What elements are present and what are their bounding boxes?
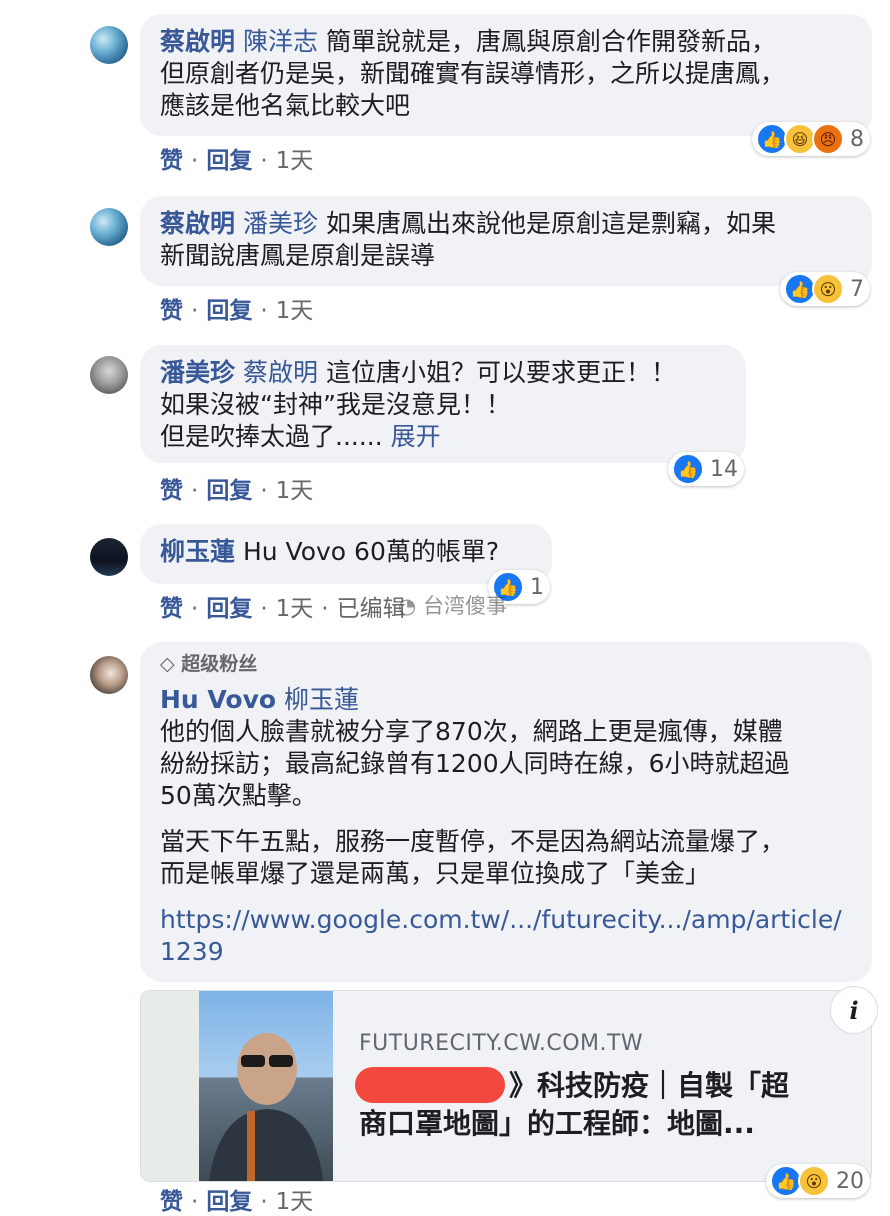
comment-line: Hu Vovo 柳玉蓮 [160,684,852,716]
reply-action[interactable]: 回复 [206,298,252,324]
timestamp[interactable]: 1天 [276,148,314,174]
timestamp[interactable]: 1天 [276,1189,314,1215]
comment-mention[interactable]: 柳玉蓮 [284,685,359,714]
comment-text: 但是吹捧太過了...... [160,422,383,451]
comment-bubble: ◇ 超级粉丝 Hu Vovo 柳玉蓮 他的個人臉書就被分享了870次，網路上更是… [140,642,872,982]
comment-mention[interactable]: 陳洋志 [243,27,318,56]
link-preview-card[interactable]: FUTURECITY.CW.COM.TW 》科技防疫｜自製「超 商口罩地圖」的工… [140,990,872,1182]
comment-bubble: 潘美珍 蔡啟明 這位唐小姐？可以要求更正！！ 如果沒被“封神”我是沒意見！！ 但… [140,345,746,463]
reaction-count: 20 [836,1168,864,1194]
comment-bubble: 柳玉蓮 Hu Vovo 60萬的帳單? [140,524,552,584]
comment-actions: 赞 · 回复 · 1天 [160,1189,314,1215]
timestamp[interactable]: 1天 [276,478,314,504]
comment-text: 簡單說就是，唐鳳與原創合作開發新品， [325,27,776,56]
badge-label: 超级粉丝 [181,653,258,675]
timestamp[interactable]: 1天 [276,298,314,324]
reaction-summary[interactable]: 👍 😮 7 [780,272,870,306]
comment-author[interactable]: 蔡啟明 [160,27,235,56]
angry-icon: 😠 [812,123,844,155]
weibo-icon: ◔ [398,594,417,618]
top-fan-badge: ◇ 超级粉丝 [160,650,852,678]
comment-bubble: 蔡啟明 潘美珍 如果唐鳳出來說他是原創這是剽竊，如果 新聞說唐鳳是原創是誤導 [140,196,872,286]
comment-line: 蔡啟明 潘美珍 如果唐鳳出來說他是原創這是剽竊，如果 [160,208,852,240]
like-action[interactable]: 赞 [160,148,183,174]
comment-mention[interactable]: 潘美珍 [243,209,318,238]
reply-action[interactable]: 回复 [206,478,252,504]
comment-text: 當天下午五點，服務一度暫停，不是因為網站流量爆了， [160,827,786,856]
comment-line: 潘美珍 蔡啟明 這位唐小姐？可以要求更正！！ [160,357,726,389]
map-thumbnail [141,991,199,1181]
reaction-count: 1 [530,574,544,600]
info-icon[interactable]: i [830,986,878,1034]
comment-author[interactable]: 柳玉蓮 [160,537,235,566]
comment-actions: 赞 · 回复 · 1天 [160,478,314,504]
watermark-text: 台湾傻事 [423,594,508,618]
reaction-summary[interactable]: 👍 😮 20 [766,1164,870,1198]
comment-author[interactable]: 潘美珍 [160,358,235,387]
comment-line: 蔡啟明 陳洋志 簡單說就是，唐鳳與原創合作開發新品， [160,26,852,58]
comment-bubble: 蔡啟明 陳洋志 簡單說就是，唐鳳與原創合作開發新品， 但原創者仍是吳，新聞確實有… [140,14,872,136]
comment-text: 但原創者仍是吳，新聞確實有誤導情形，之所以提唐鳳， [160,59,786,88]
reaction-count: 14 [710,456,738,482]
avatar[interactable] [90,208,128,246]
diamond-icon: ◇ [160,653,175,675]
avatar[interactable] [90,26,128,64]
wow-icon: 😮 [812,273,844,305]
article-thumbnail [199,991,333,1181]
reaction-summary[interactable]: 👍 14 [668,452,744,486]
comment-text: 新聞說唐鳳是原創是誤導 [160,241,436,270]
timestamp[interactable]: 1天 [276,596,314,622]
reaction-count: 7 [850,276,864,302]
preview-domain: FUTURECITY.CW.COM.TW [359,1031,644,1056]
wow-icon: 😮 [798,1165,830,1197]
comment-text: 而是帳單爆了還是兩萬，只是單位換成了「美金」 [160,859,711,888]
comment-text: 他的個人臉書就被分享了870次，網路上更是瘋傳，媒體 [160,717,783,746]
comment-line: 柳玉蓮 Hu Vovo 60萬的帳單? [160,536,532,568]
person-photo [209,1033,323,1181]
like-action[interactable]: 赞 [160,1189,183,1215]
reaction-summary[interactable]: 👍 😆 😠 8 [752,122,870,156]
comment-text: 50萬次點擊。 [160,781,317,810]
comment-text: 應該是他名氣比較大吧 [160,91,411,120]
comment-author[interactable]: 蔡啟明 [160,209,235,238]
like-action[interactable]: 赞 [160,478,183,504]
reply-action[interactable]: 回复 [206,596,252,622]
comment-text: 如果沒被“封神”我是沒意見！！ [160,390,511,419]
like-action[interactable]: 赞 [160,596,183,622]
comment-text: 這位唐小姐？可以要求更正！！ [325,358,676,387]
comment-actions: 赞 · 回复 · 1天 [160,298,314,324]
avatar[interactable] [90,356,128,394]
comment-text: 紛紛採訪；最高紀錄曾有1200人同時在線，6小時就超過 [160,749,790,778]
comment-actions: 赞 · 回复 · 1天 · 已编辑 [160,596,406,622]
comment-text: Hu Vovo 60萬的帳單? [242,537,500,566]
avatar[interactable] [90,656,128,694]
comment-author[interactable]: Hu Vovo [160,685,276,714]
like-icon: 👍 [672,453,704,485]
reaction-count: 8 [850,126,864,152]
expand-link[interactable]: 展开 [391,422,441,451]
like-action[interactable]: 赞 [160,298,183,324]
comment-actions: 赞 · 回复 · 1天 [160,148,314,174]
redaction-mark [355,1067,505,1103]
comment-mention[interactable]: 蔡啟明 [243,358,318,387]
avatar[interactable] [90,538,128,576]
comment-line: 但是吹捧太過了...... 展开 [160,421,726,453]
article-link[interactable]: https://www.google.com.tw/.../futurecity… [160,904,852,936]
reply-action[interactable]: 回复 [206,1189,252,1215]
article-link[interactable]: 1239 [160,936,852,968]
edited-label: 已编辑 [336,596,406,622]
preview-title-line: 商口罩地圖」的工程師：地圖... [359,1107,755,1140]
comment-text: 如果唐鳳出來說他是原創這是剽竊，如果 [325,209,776,238]
watermark: ◔ 台湾傻事 [398,590,507,620]
reply-action[interactable]: 回复 [206,148,252,174]
